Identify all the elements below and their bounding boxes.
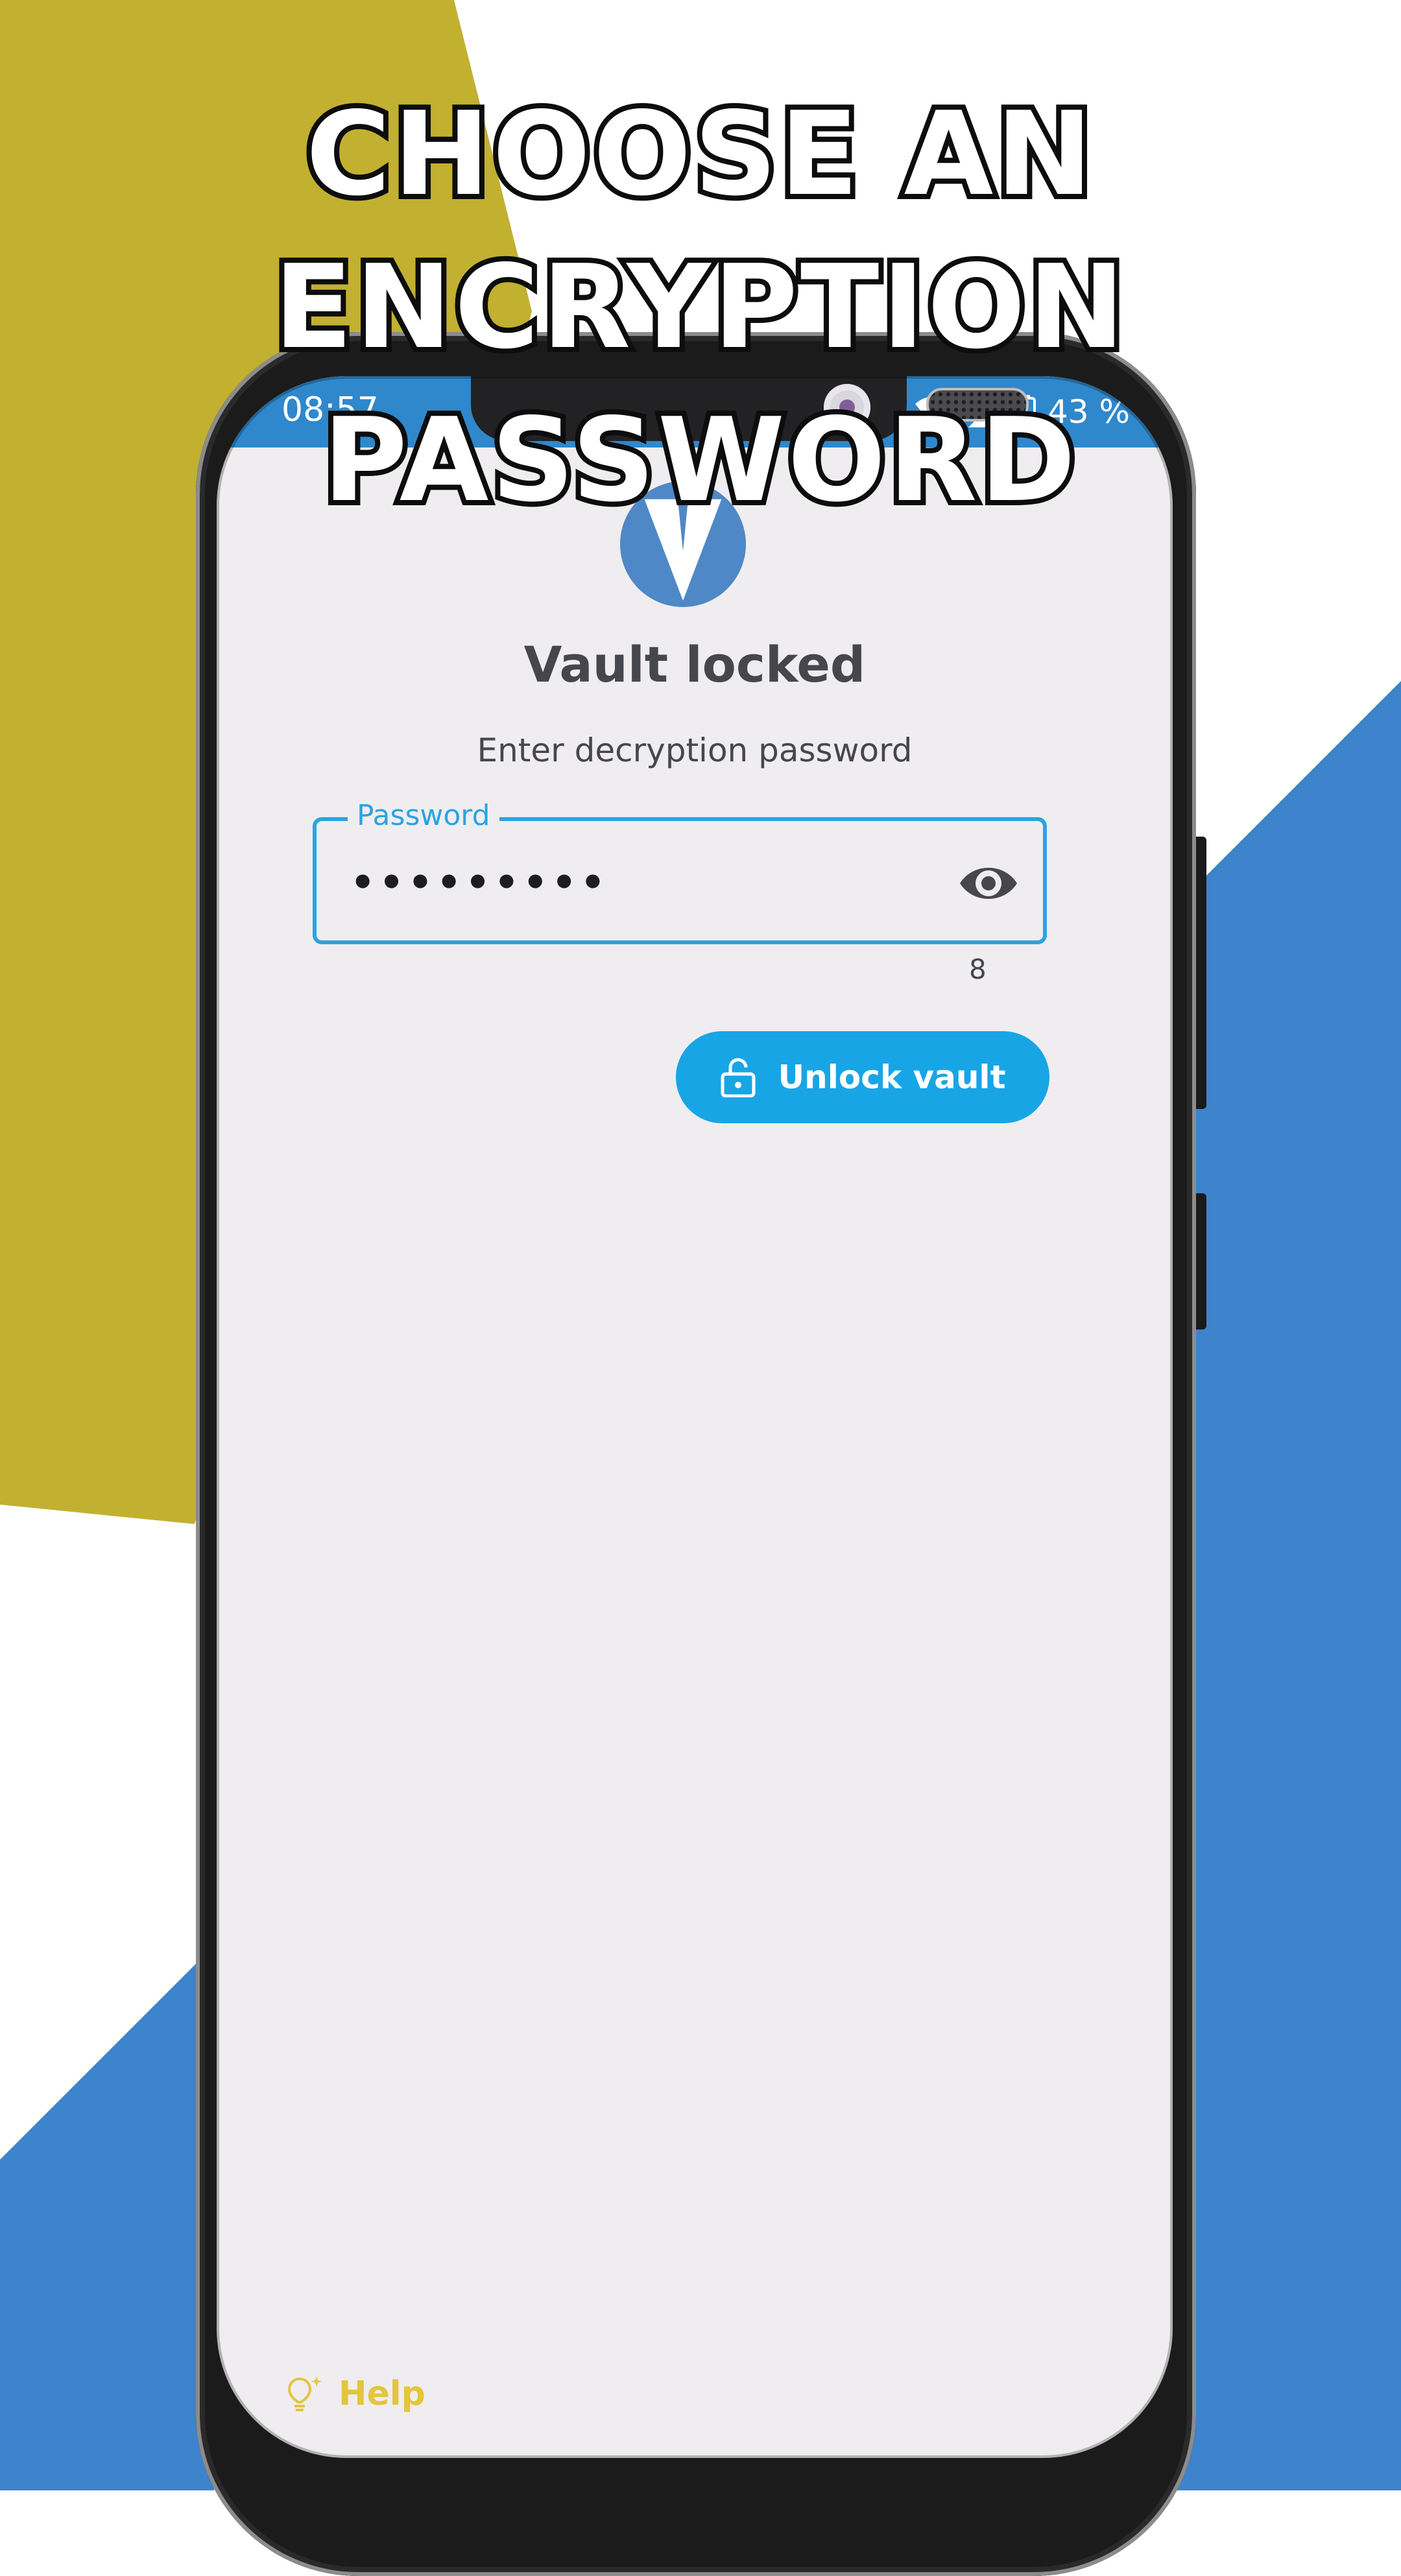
lock-icon bbox=[721, 1058, 756, 1097]
eye-icon[interactable] bbox=[957, 852, 1020, 914]
unlock-vault-label: Unlock vault bbox=[778, 1058, 1006, 1096]
help-button[interactable]: Help bbox=[281, 2372, 425, 2415]
headline-line-1: CHOOSE AN ENCRYPTION bbox=[269, 82, 1130, 379]
password-field[interactable]: Password ••••••••• bbox=[313, 799, 1047, 944]
headline-line-2: PASSWORD bbox=[318, 388, 1081, 532]
phone-screen: 08:57 5 43 % Vault locked Enter decrypti… bbox=[217, 376, 1173, 2458]
password-char-count: 8 bbox=[969, 953, 987, 985]
lightbulb-icon bbox=[287, 2376, 322, 2411]
unlock-vault-button[interactable]: Unlock vault bbox=[676, 1031, 1049, 1123]
password-input[interactable]: ••••••••• bbox=[350, 860, 609, 905]
password-field-label: Password bbox=[348, 799, 499, 832]
help-label: Help bbox=[339, 2374, 425, 2413]
blue-shape-left bbox=[0, 1946, 214, 2490]
page-subtitle: Enter decryption password bbox=[477, 732, 913, 769]
headline: CHOOSE AN ENCRYPTION PASSWORD bbox=[0, 78, 1401, 537]
page-title: Vault locked bbox=[523, 636, 866, 693]
